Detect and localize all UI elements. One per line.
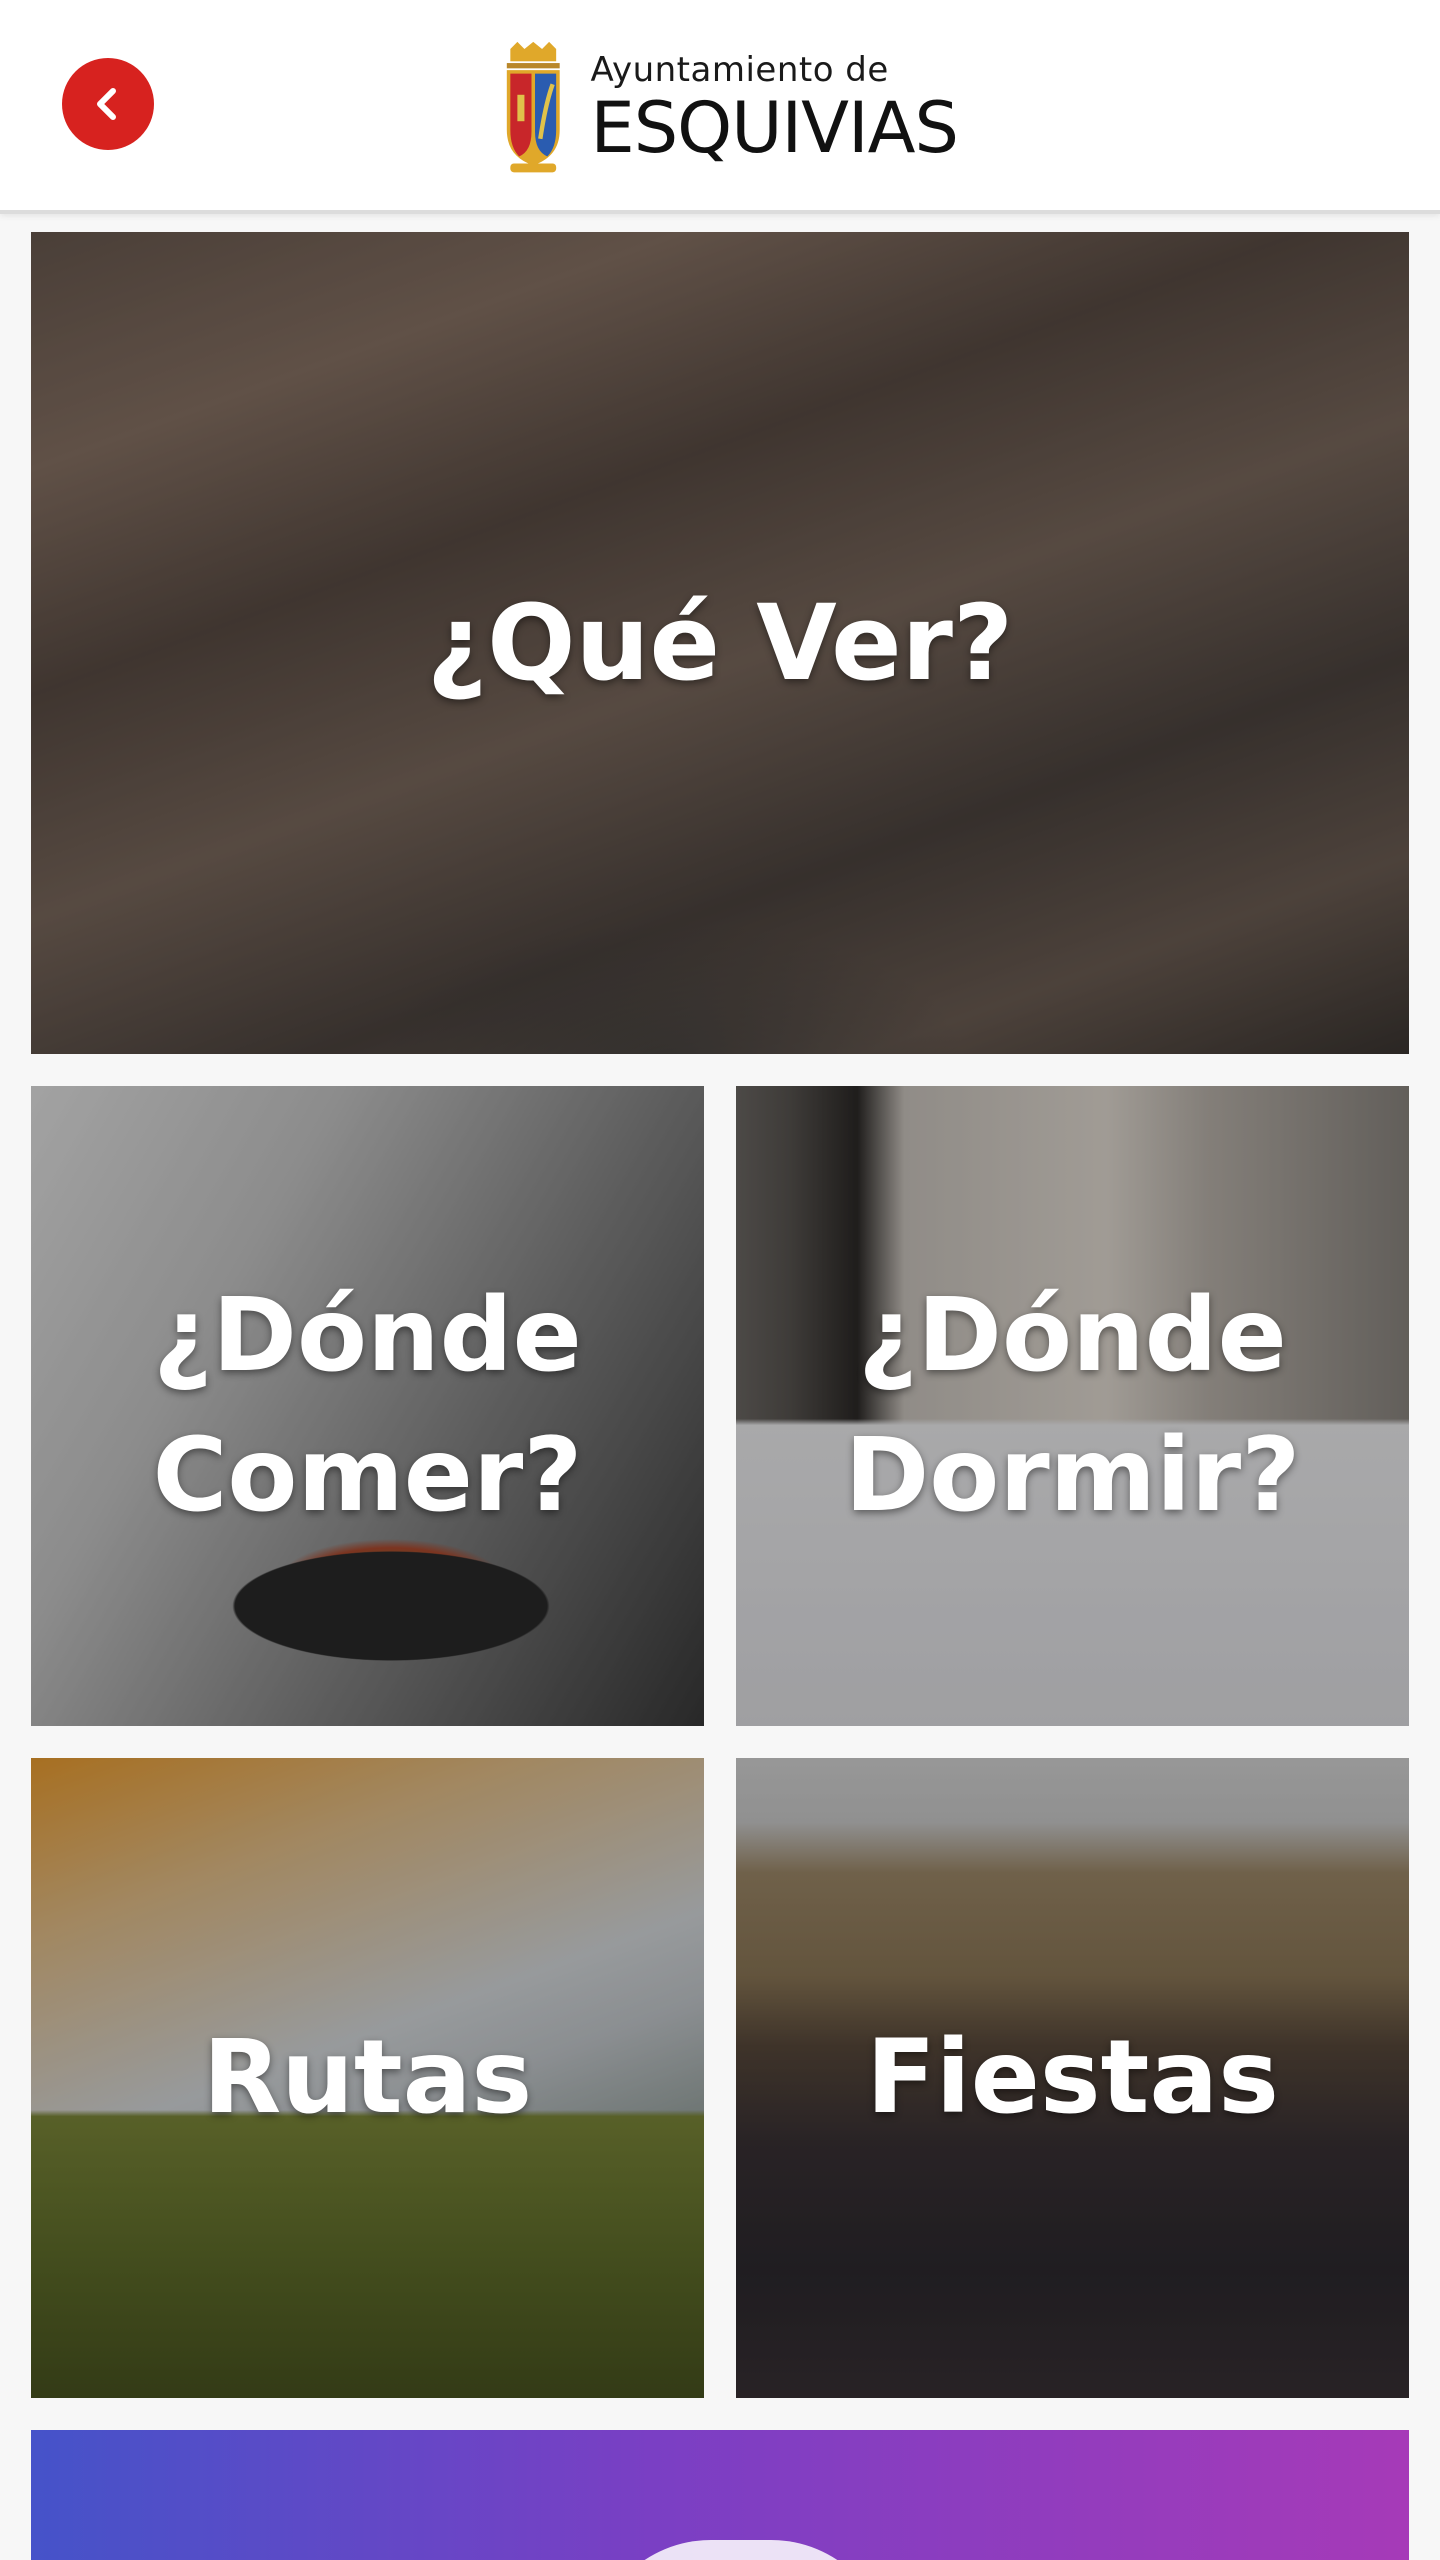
tile-label: Rutas — [202, 2018, 533, 2137]
promo-graphic — [591, 2540, 891, 2560]
promo-banner[interactable] — [31, 2430, 1409, 2560]
logo-title: ESQUIVIAS — [590, 87, 959, 169]
chevron-left-icon — [97, 88, 116, 120]
tile-label: ¿Dónde Dormir? — [844, 1276, 1301, 1535]
back-button[interactable] — [62, 58, 154, 150]
logo-subtitle: Ayuntamiento de — [590, 50, 889, 90]
tile-label: ¿Dónde Comer? — [152, 1276, 583, 1535]
app-header: Ayuntamiento de ESQUIVIAS — [0, 0, 1440, 214]
tile-rutas[interactable]: Rutas — [31, 1758, 704, 2398]
coat-of-arms-icon — [506, 41, 560, 173]
tile-donde-dormir[interactable]: ¿Dónde Dormir? — [736, 1086, 1409, 1726]
tile-label: Fiestas — [866, 2018, 1279, 2137]
tile-donde-comer[interactable]: ¿Dónde Comer? — [31, 1086, 704, 1726]
tile-label: ¿Qué Ver? — [426, 582, 1014, 704]
tile-fiestas[interactable]: Fiestas — [736, 1758, 1409, 2398]
tile-que-ver[interactable]: ¿Qué Ver? — [31, 232, 1409, 1054]
esquivias-logo[interactable]: Ayuntamiento de ESQUIVIAS — [498, 30, 959, 186]
